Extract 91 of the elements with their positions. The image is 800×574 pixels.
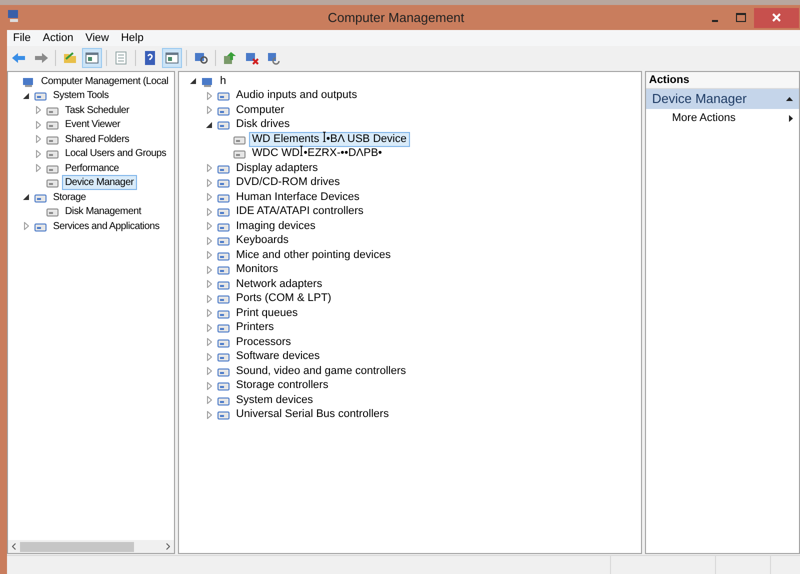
expand-arrow-icon[interactable] [204, 322, 214, 333]
collapse-arrow-icon[interactable] [21, 90, 31, 101]
tree-item[interactable]: IDE ATA/ATAPI controllers [233, 204, 367, 220]
expand-arrow-icon[interactable] [204, 410, 214, 420]
toolbar-button[interactable] [82, 48, 102, 68]
menu-item[interactable]: Help [114, 30, 150, 46]
actions-section[interactable]: Device Manager [646, 89, 799, 109]
tree-item[interactable]: Monitors [233, 262, 282, 278]
expand-arrow-icon[interactable] [33, 120, 43, 130]
tree-item[interactable]: h [217, 74, 230, 89]
tree-item[interactable]: Processors [233, 334, 294, 350]
collapse-arrow-icon[interactable] [21, 192, 31, 202]
tree-item[interactable]: Device Manager [62, 175, 137, 190]
collapse-arrow-icon[interactable] [204, 120, 214, 130]
tree-item[interactable]: Storage controllers [233, 378, 332, 394]
menu-item[interactable]: Action [36, 30, 80, 46]
expand-arrow-icon[interactable] [204, 250, 214, 260]
expand-arrow-icon[interactable] [204, 366, 214, 376]
tree-item[interactable]: Storage [50, 190, 89, 205]
section-title: Device Manager [652, 90, 747, 108]
tree-item[interactable]: Computer Management (Local [38, 74, 172, 89]
expand-arrow-icon[interactable] [204, 105, 214, 116]
tree-item[interactable]: Shared Folders [62, 132, 132, 147]
tree-item[interactable]: Imaging devices [233, 218, 318, 234]
toolbar-button[interactable] [162, 48, 182, 68]
action-item[interactable]: More Actions [672, 110, 736, 126]
pane-icon [84, 50, 100, 66]
tree-item[interactable]: Network adapters [233, 276, 326, 292]
tree-item[interactable]: Task Scheduler [62, 102, 132, 118]
tree-item[interactable]: Ports (COM & LPT) [233, 291, 334, 306]
tree-item[interactable]: DVD/CD-ROM drives [233, 175, 343, 190]
tree-item[interactable]: WD Elements ꟾ•BΛ USB Device [249, 132, 410, 147]
tree-item[interactable]: Services and Applications [50, 218, 162, 234]
expand-arrow-icon[interactable] [33, 105, 43, 116]
computer-icon [7, 9, 21, 23]
expand-arrow-icon[interactable] [204, 264, 214, 275]
tree-item[interactable]: Disk Management [62, 204, 144, 220]
expand-arrow-icon[interactable] [204, 192, 214, 202]
collapse-arrow-icon[interactable] [188, 76, 198, 86]
folder-icon [62, 50, 78, 66]
update-driver-icon [222, 50, 238, 66]
expand-arrow-icon[interactable] [204, 206, 214, 217]
tree-item[interactable]: Disk drives [233, 117, 293, 132]
tree-item[interactable]: Print queues [233, 306, 301, 321]
tree-item[interactable]: Printers [233, 320, 277, 336]
help-icon [142, 50, 158, 66]
expand-arrow-icon[interactable] [204, 395, 214, 406]
expand-arrow-icon[interactable] [21, 221, 31, 232]
sheet-icon [113, 50, 129, 66]
tree-item[interactable]: Universal Serial Bus controllers [233, 407, 392, 422]
close-button[interactable] [754, 8, 799, 28]
tree-item[interactable]: Keyboards [233, 233, 292, 248]
expand-arrow-icon[interactable] [204, 308, 214, 318]
scroll-left-icon[interactable] [12, 543, 16, 550]
maximize-icon [736, 13, 746, 22]
minimize-icon [712, 20, 718, 22]
tree-item[interactable]: Software devices [233, 349, 323, 364]
menu-item[interactable]: File [7, 30, 37, 46]
tree-item[interactable]: Mice and other pointing devices [233, 248, 394, 263]
expand-arrow-icon[interactable] [204, 90, 214, 101]
expand-arrow-icon[interactable] [204, 221, 214, 232]
close-icon [772, 13, 781, 22]
expand-arrow-icon[interactable] [204, 380, 214, 391]
expand-arrow-icon[interactable] [204, 236, 214, 246]
tree-item[interactable]: Sound, video and game controllers [233, 364, 409, 379]
pane-icon [164, 50, 180, 66]
expand-arrow-icon[interactable] [204, 337, 214, 348]
expand-arrow-icon[interactable] [204, 279, 214, 290]
scroll-right-icon[interactable] [166, 543, 170, 550]
horizontal-scrollbar[interactable] [8, 540, 174, 553]
submenu-arrow-icon [789, 114, 793, 122]
tree-item[interactable]: Display adapters [233, 160, 321, 176]
tree-item[interactable]: System devices [233, 392, 316, 408]
window-title: Computer Management [328, 8, 464, 27]
expand-arrow-icon[interactable] [204, 294, 214, 304]
actions-header: Actions [646, 72, 799, 89]
expand-arrow-icon[interactable] [204, 352, 214, 362]
expand-arrow-icon[interactable] [204, 178, 214, 188]
expand-arrow-icon[interactable] [33, 163, 43, 174]
tree-item[interactable]: Computer [233, 102, 288, 118]
expand-arrow-icon[interactable] [33, 134, 43, 144]
expand-arrow-icon[interactable] [33, 148, 43, 159]
tree-item[interactable]: Human Interface Devices [233, 190, 362, 205]
tree-item[interactable]: System Tools [50, 88, 112, 104]
tree-item[interactable]: WDC WDꟾ•EZRX-••DΛPB• [249, 146, 386, 162]
tree-item[interactable]: Local Users and Groups [62, 146, 170, 162]
tree-item[interactable]: Performance [62, 160, 122, 176]
tree-item[interactable]: Event Viewer [62, 117, 124, 132]
menu-item[interactable]: View [79, 30, 115, 46]
tree-item[interactable]: Audio inputs and outputs [233, 88, 360, 104]
expand-arrow-icon[interactable] [204, 163, 214, 174]
